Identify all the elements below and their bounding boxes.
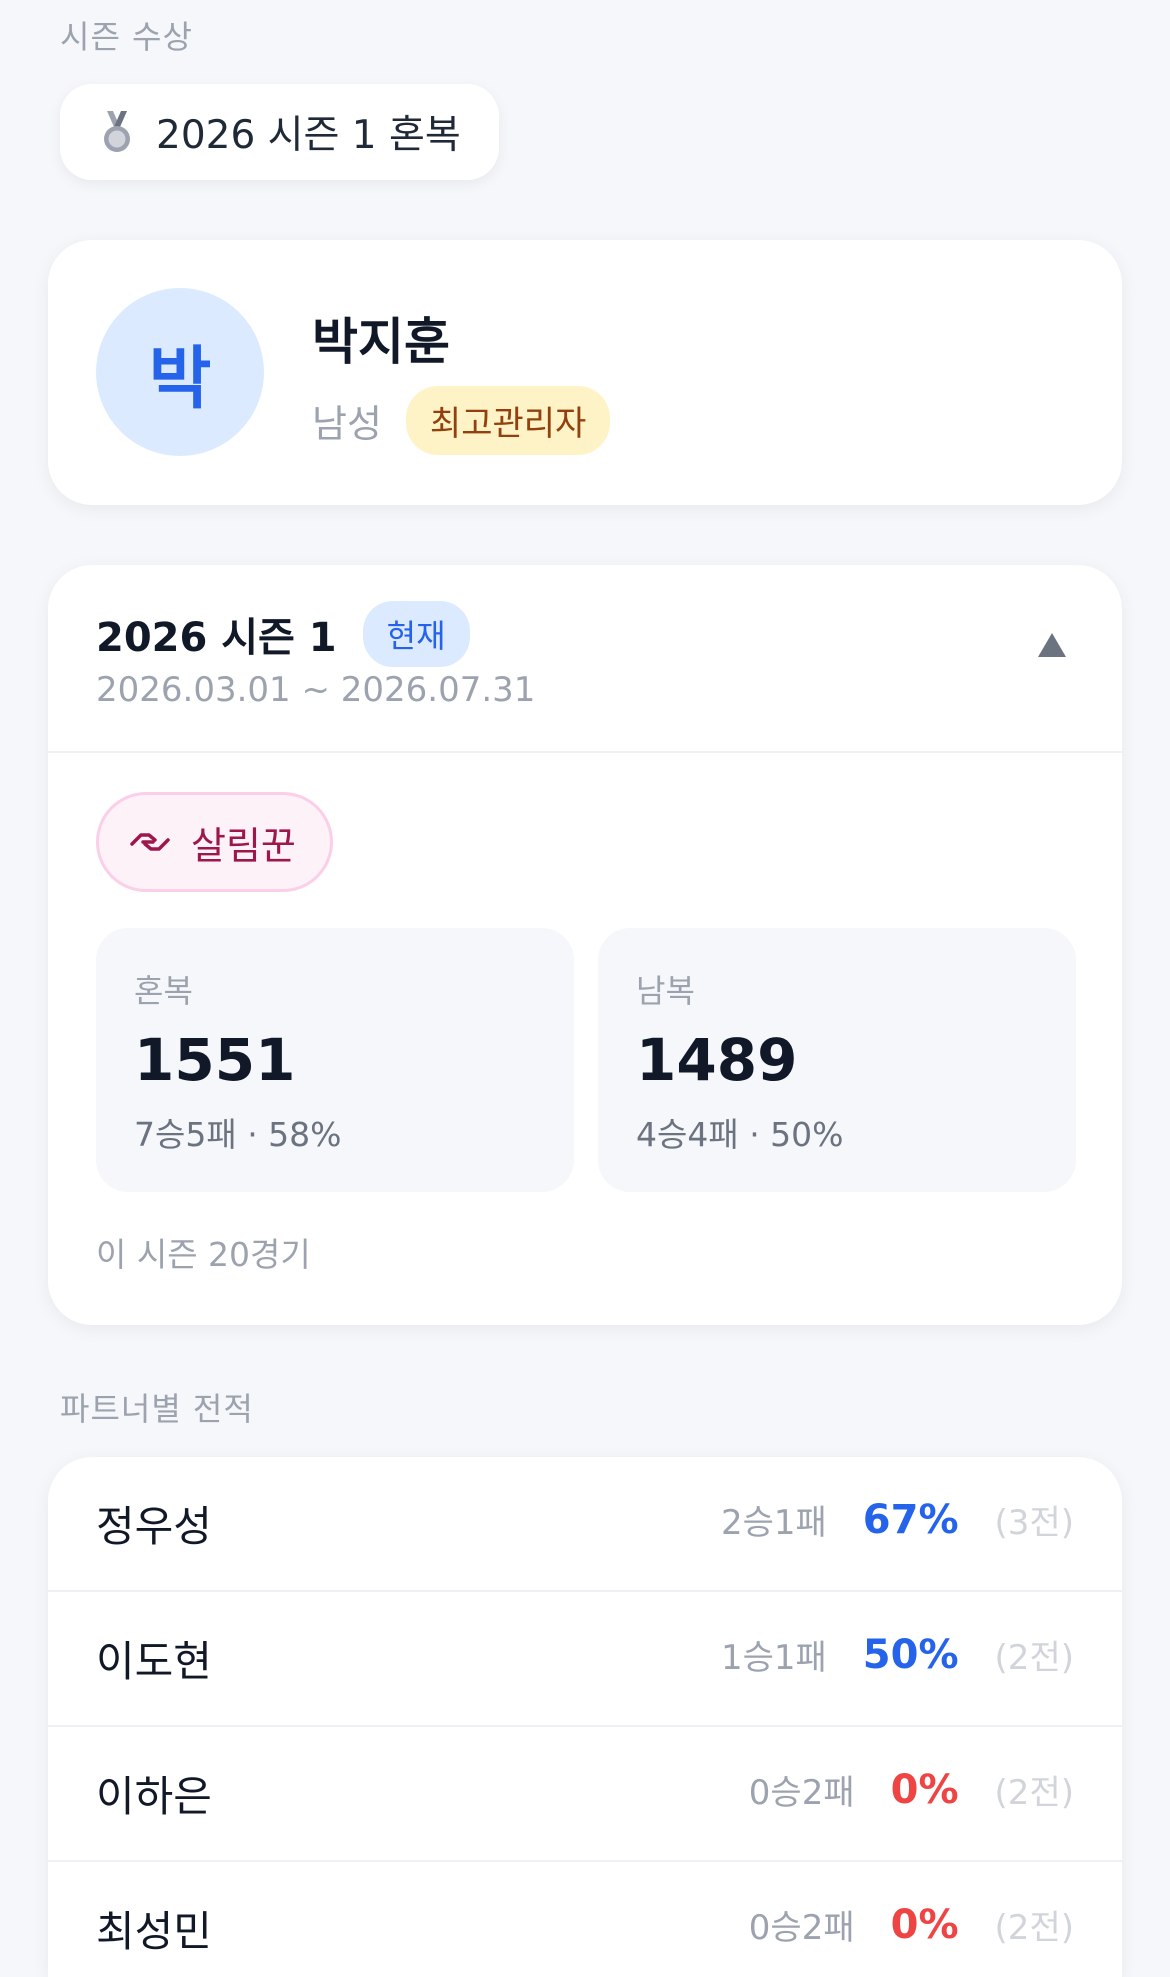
title-badge: 살림꾼 — [96, 792, 333, 892]
medal-icon — [104, 111, 130, 152]
stat-box-mixed-doubles: 혼복 1551 7승5패 · 58% — [96, 928, 574, 1192]
awards-section-title: 시즌 수상 — [60, 18, 193, 56]
stat-rating: 1489 — [636, 1026, 798, 1094]
partner-win-rate: 0% — [890, 1901, 959, 1948]
profile-meta: 남성 최고관리자 — [312, 386, 611, 455]
partner-name: 이도현 — [96, 1637, 212, 1686]
season-dates: 2026.03.01 ~ 2026.07.31 — [96, 670, 536, 710]
profile-gender: 남성 — [312, 402, 382, 446]
partner-games: (2전) — [994, 1908, 1074, 1948]
current-season-badge: 현재 — [362, 601, 470, 667]
partner-list: 정우성 2승1패 67% (3전) 이도현 1승1패 50% (2전) 이하은 … — [48, 1457, 1122, 1977]
partner-record: 0승2패 — [748, 1773, 855, 1813]
chevron-up-icon[interactable] — [1032, 625, 1072, 665]
stat-record: 7승5패 · 58% — [134, 1115, 342, 1154]
stat-box-mens-doubles: 남복 1489 4승4패 · 50% — [598, 928, 1076, 1192]
title-badge-label: 살림꾼 — [191, 823, 296, 868]
partners-section-title: 파트너별 전적 — [60, 1390, 254, 1428]
partner-games: (2전) — [994, 1638, 1074, 1678]
partner-record: 0승2패 — [748, 1908, 855, 1948]
partner-name: 이하은 — [96, 1772, 212, 1821]
partner-games: (2전) — [994, 1773, 1074, 1813]
avatar: 박 — [96, 288, 264, 456]
partner-stats: 2승1패 67% (3전) — [721, 1495, 1074, 1544]
profile-name: 박지훈 — [312, 313, 450, 371]
season-header[interactable]: 2026 시즌 1 현재 2026.03.01 ~ 2026.07.31 — [48, 565, 1122, 753]
award-label: 2026 시즌 1 혼복 — [156, 113, 461, 158]
partner-row[interactable]: 최성민 0승2패 0% (2전) — [48, 1862, 1122, 1977]
partner-record: 2승1패 — [720, 1503, 827, 1543]
partner-games: (3전) — [994, 1503, 1074, 1543]
season-card: 2026 시즌 1 현재 2026.03.01 ~ 2026.07.31 살림꾼… — [48, 565, 1122, 1325]
profile-card: 박 박지훈 남성 최고관리자 — [48, 240, 1122, 505]
stat-rating: 1551 — [134, 1026, 296, 1094]
award-chip[interactable]: 2026 시즌 1 혼복 — [60, 84, 499, 180]
partner-win-rate: 0% — [890, 1766, 959, 1813]
stat-record: 4승4패 · 50% — [636, 1115, 844, 1154]
stat-label: 혼복 — [134, 972, 193, 1010]
partner-win-rate: 67% — [862, 1496, 959, 1543]
role-badge: 최고관리자 — [405, 386, 611, 455]
season-title: 2026 시즌 1 — [96, 615, 337, 661]
partner-name: 정우성 — [96, 1502, 212, 1551]
partner-stats: 0승2패 0% (2전) — [749, 1765, 1074, 1814]
season-title-row: 2026 시즌 1 현재 — [96, 601, 470, 667]
stat-label: 남복 — [636, 972, 695, 1010]
handshake-icon — [130, 833, 170, 851]
partner-row[interactable]: 이도현 1승1패 50% (2전) — [48, 1592, 1122, 1727]
partner-row[interactable]: 정우성 2승1패 67% (3전) — [48, 1457, 1122, 1592]
partner-row[interactable]: 이하은 0승2패 0% (2전) — [48, 1727, 1122, 1862]
partner-stats: 0승2패 0% (2전) — [749, 1900, 1074, 1949]
partner-record: 1승1패 — [720, 1638, 827, 1678]
partner-stats: 1승1패 50% (2전) — [721, 1630, 1074, 1679]
partner-win-rate: 50% — [862, 1631, 959, 1678]
season-games-count: 이 시즌 20경기 — [96, 1235, 311, 1274]
